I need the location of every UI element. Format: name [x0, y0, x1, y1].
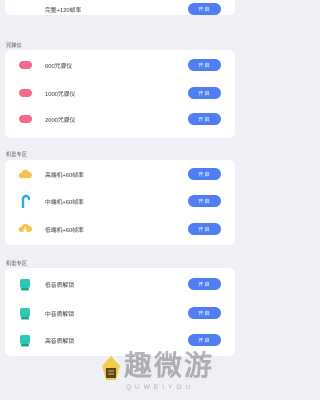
section1-row-2-enable-button[interactable]: 开启	[188, 87, 221, 99]
section1-row-2-label: 1000咒骤仪	[45, 91, 76, 98]
section1-row-3-enable-button[interactable]: 开启	[188, 113, 221, 125]
top-row-enable-button[interactable]: 开启	[188, 3, 221, 15]
section2-row-2-enable-button[interactable]: 开启	[188, 195, 221, 207]
section2-row-1: 高端机+60帧率 开启	[5, 163, 235, 185]
section1-row-3-label: 2000咒骤仪	[45, 117, 76, 124]
section1-row-1-label: 600咒骤仪	[45, 63, 73, 70]
teal-badge-icon	[18, 333, 32, 347]
section2-row-1-label: 高端机+60帧率	[45, 172, 84, 179]
section1-row-1: 600咒骤仪 开启	[5, 54, 235, 76]
section3-row-2-enable-button[interactable]: 开启	[188, 307, 221, 319]
section3-row-1: 低音质解锁 开启	[5, 273, 235, 295]
section1-row-2: 1000咒骤仪 开启	[5, 82, 235, 104]
section3-title: 机型专区	[6, 261, 27, 267]
teal-badge-icon	[18, 306, 32, 320]
section2-row-2-label: 中端机+60帧率	[45, 199, 84, 206]
section1-title: 咒骤仪	[6, 43, 22, 49]
section3-row-2-label: 中音质解锁	[45, 311, 74, 318]
section2-row-3: 低端机+60帧率 开启	[5, 218, 235, 240]
top-row: 完整+120帧率 开启	[5, 0, 235, 20]
watermark: 趣微游 QUWEIYOU	[100, 344, 240, 400]
section1-card: 600咒骤仪 开启 1000咒骤仪 开启 2000咒骤仪 开启	[5, 50, 235, 138]
cloud-download-icon	[18, 222, 32, 236]
watermark-logo-icon	[102, 356, 120, 380]
section3-card: 低音质解锁 开启 中音质解锁 开启 高音质解锁 开启	[5, 268, 235, 356]
cloud-yellow-icon	[18, 167, 32, 181]
device-pink-icon	[18, 86, 32, 100]
watermark-text: 趣微游	[124, 349, 215, 382]
section1-row-3: 2000咒骤仪 开启	[5, 108, 235, 130]
section2-row-3-enable-button[interactable]: 开启	[188, 223, 221, 235]
top-card: 完整+120帧率 开启	[5, 0, 235, 15]
watermark-subtext: QUWEIYOU	[126, 384, 195, 391]
teal-badge-icon	[18, 277, 32, 291]
section3-row-1-label: 低音质解锁	[45, 282, 74, 289]
section2-card: 高端机+60帧率 开启 中端机+60帧率 开启 低端机+60帧率 开启	[5, 160, 235, 245]
section3-row-2: 中音质解锁 开启	[5, 302, 235, 324]
device-pink-icon	[18, 112, 32, 126]
section2-title: 机型专区	[6, 152, 27, 158]
top-row-label: 完整+120帧率	[45, 7, 82, 14]
device-pink-icon	[18, 58, 32, 72]
section3-row-3-label: 高音质解锁	[45, 338, 74, 345]
section2-row-3-label: 低端机+60帧率	[45, 227, 84, 234]
hook-cyan-icon	[18, 194, 32, 208]
section2-row-2: 中端机+60帧率 开启	[5, 190, 235, 212]
section2-row-1-enable-button[interactable]: 开启	[188, 168, 221, 180]
section3-row-1-enable-button[interactable]: 开启	[188, 278, 221, 290]
section1-row-1-enable-button[interactable]: 开启	[188, 59, 221, 71]
